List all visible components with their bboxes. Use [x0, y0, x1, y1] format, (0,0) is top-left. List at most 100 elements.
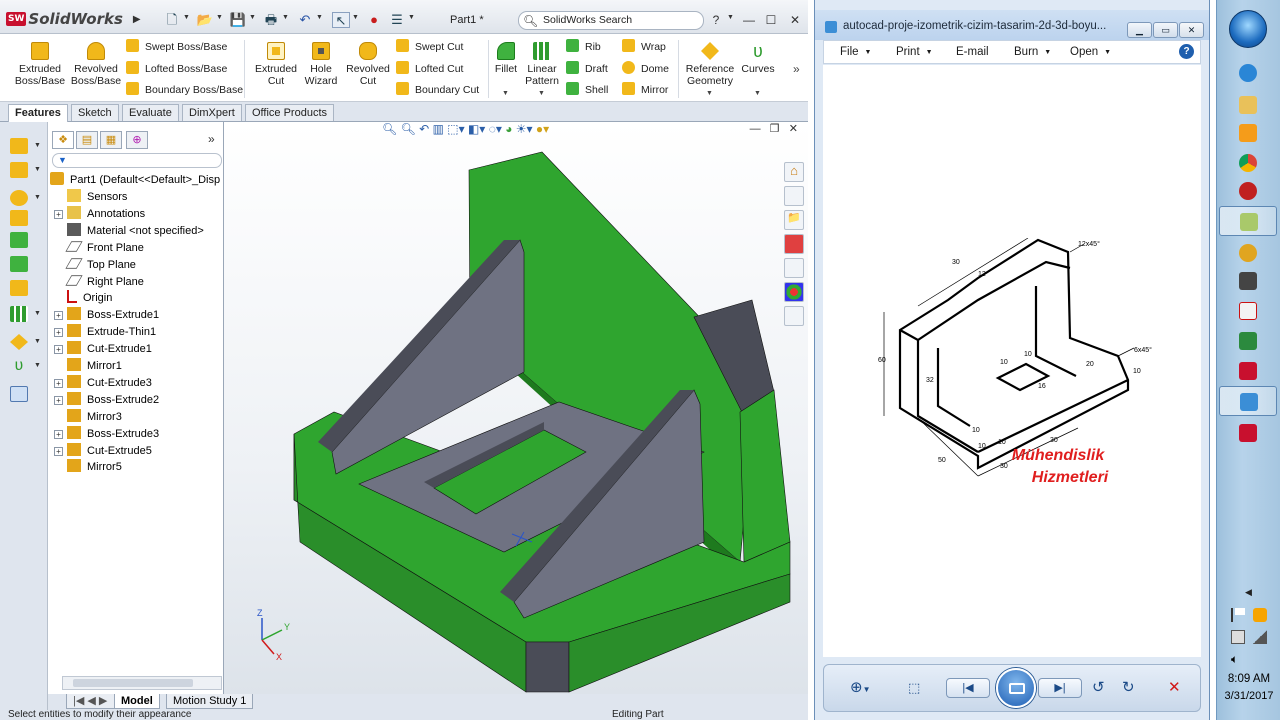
menu-arrow-icon[interactable]: ▶ — [133, 14, 141, 25]
expand-toggle-icon[interactable]: + — [54, 395, 63, 405]
undo-dropdown-icon[interactable]: ▼ — [316, 14, 323, 21]
tree-item[interactable]: + Cut-Extrude3 — [54, 374, 152, 392]
expand-toggle-icon[interactable]: + — [54, 378, 63, 388]
reference-geometry-dropdown-icon[interactable]: ▼ — [706, 90, 713, 97]
custom-properties-tab-icon[interactable] — [784, 306, 804, 326]
tray-device-icon[interactable] — [1231, 630, 1245, 644]
autocad-taskbar-icon[interactable] — [1231, 296, 1265, 326]
maximize-icon[interactable]: ☐ — [762, 12, 780, 28]
extruded-cut-button[interactable]: Extruded Cut — [250, 42, 302, 87]
expand-toggle-icon[interactable]: + — [54, 209, 63, 219]
slideshow-button[interactable] — [996, 668, 1036, 708]
tab-dimxpert[interactable]: DimXpert — [182, 104, 242, 121]
scrollbar-thumb[interactable] — [73, 679, 193, 687]
tree-item[interactable]: Right Plane — [54, 274, 144, 291]
save-dropdown-icon[interactable]: ▼ — [249, 14, 256, 21]
mirror-button[interactable]: Mirror — [622, 82, 668, 98]
file-explorer-taskbar-icon[interactable] — [1231, 90, 1265, 120]
dome-button[interactable]: Dome — [622, 61, 669, 77]
help-button[interactable]: ? — [707, 12, 725, 28]
tab-model[interactable]: Model — [114, 694, 160, 709]
chrome-taskbar-icon[interactable] — [1231, 148, 1265, 178]
dimxpert-manager-tab-icon[interactable]: ⊕ — [126, 131, 148, 149]
fillet-tool-icon[interactable] — [10, 232, 28, 248]
feature-tree-filter-input[interactable]: ▼ — [52, 153, 222, 168]
solidworks-2-taskbar-icon[interactable] — [1231, 418, 1265, 448]
maximize-icon[interactable]: ▭ — [1153, 22, 1178, 38]
reference-tool-dropdown-icon[interactable]: ▼ — [34, 338, 41, 345]
extrude-tool-dropdown-icon[interactable]: ▼ — [34, 142, 41, 149]
hole-tool-icon[interactable] — [10, 280, 28, 296]
curves-dropdown-icon[interactable]: ▼ — [754, 90, 761, 97]
tab-motion-study-1[interactable]: Motion Study 1 — [166, 694, 254, 709]
expand-toggle-icon[interactable]: + — [54, 429, 63, 439]
help-dropdown-icon[interactable]: ▼ — [727, 14, 734, 21]
tree-item[interactable]: Origin — [54, 290, 112, 307]
revolve-tool-icon[interactable] — [10, 190, 28, 206]
draft-button[interactable]: Draft — [566, 61, 608, 77]
rotate-clockwise-icon[interactable]: ↻ — [1122, 679, 1135, 697]
internet-explorer-taskbar-icon[interactable] — [1231, 58, 1265, 88]
tree-root-part[interactable]: Part1 (Default<<Default>_Disp — [50, 172, 220, 189]
tree-item[interactable]: Top Plane — [54, 257, 136, 274]
print-dropdown-icon[interactable]: ▼ — [282, 14, 289, 21]
view-palette-tab-icon[interactable] — [784, 258, 804, 278]
hole-wizard-button[interactable]: Hole Wizard — [298, 42, 344, 87]
revolved-boss-button[interactable]: Revolved Boss/Base — [70, 42, 122, 87]
minimize-icon[interactable]: — — [740, 12, 758, 28]
pattern-tool-icon[interactable] — [10, 306, 28, 322]
options-dropdown-icon[interactable]: ▼ — [408, 14, 415, 21]
previous-image-button[interactable]: |◀ — [946, 678, 990, 698]
expand-toggle-icon[interactable]: + — [54, 446, 63, 456]
volume-icon[interactable]: 🔈︎ — [1231, 652, 1245, 666]
menu-open[interactable]: Open ▼ — [1070, 44, 1111, 60]
open-folder-icon[interactable]: 📂 — [196, 12, 214, 28]
boundary-boss-button[interactable]: Boundary Boss/Base — [126, 82, 243, 98]
wrap-button[interactable]: Wrap — [622, 39, 666, 55]
menu-print[interactable]: Print ▼ — [896, 44, 933, 60]
revolve-tool-dropdown-icon[interactable]: ▼ — [34, 194, 41, 201]
select-pointer-icon[interactable]: ↖ — [332, 12, 350, 28]
expand-toggle-icon[interactable]: + — [54, 311, 63, 321]
notepad-taskbar-icon[interactable] — [1219, 206, 1277, 236]
actual-size-icon[interactable]: ⬚ — [908, 679, 920, 697]
configuration-manager-tab-icon[interactable]: ▦ — [100, 131, 122, 149]
menu-file[interactable]: File ▼ — [840, 44, 871, 60]
swept-tool-icon[interactable] — [10, 210, 28, 226]
tree-item[interactable]: Mirror1 — [54, 358, 122, 375]
fillet-button[interactable]: Fillet — [492, 42, 520, 75]
tree-item[interactable]: + Extrude-Thin1 — [54, 324, 156, 341]
close-icon[interactable]: ✕ — [1179, 22, 1204, 38]
delete-icon[interactable]: ✕ — [1168, 679, 1181, 697]
rib-button[interactable]: Rib — [566, 39, 601, 55]
solidworks-search-input[interactable]: 🔍︎ SolidWorks Search — [518, 11, 704, 30]
tab-evaluate[interactable]: Evaluate — [122, 104, 179, 121]
media-player-taskbar-icon[interactable] — [1231, 118, 1265, 148]
design-library-tab-icon[interactable] — [784, 186, 804, 206]
graphics-viewport[interactable]: 🔍︎ 🔍︎ ↶ ▥ ⬚▾ ◧▾ ◌▾ ◕ ☀▾ ●▾ — ❐ ✕ Z Y X ⌂… — [224, 122, 808, 694]
instant3d-tool-icon[interactable] — [10, 386, 28, 402]
menu-email[interactable]: E-mail — [956, 44, 989, 60]
cut-tool-icon[interactable] — [10, 162, 28, 178]
options-icon[interactable]: ☰ — [388, 12, 406, 28]
curves-button[interactable]: ʋ Curves — [738, 42, 778, 75]
panel-expand-chevron-icon[interactable]: » — [208, 132, 215, 146]
feature-tree-tab-icon[interactable]: ❖ — [52, 131, 74, 149]
close-icon[interactable]: ✕ — [786, 12, 804, 28]
tree-item[interactable]: + Boss-Extrude3 — [54, 425, 159, 443]
minimize-icon[interactable]: ▁ — [1127, 22, 1152, 38]
photo-viewer-taskbar-icon[interactable] — [1219, 386, 1277, 416]
tree-item[interactable]: + Boss-Extrude1 — [54, 307, 159, 324]
tree-item[interactable]: + Cut-Extrude1 — [54, 341, 152, 358]
curves-tool-dropdown-icon[interactable]: ▼ — [34, 362, 41, 369]
search-tab-icon[interactable] — [784, 234, 804, 254]
revolved-cut-button[interactable]: Revolved Cut — [342, 42, 394, 87]
new-document-icon[interactable]: 🗋 — [163, 12, 181, 28]
new-dropdown-icon[interactable]: ▼ — [183, 14, 190, 21]
feature-tree-horizontal-scrollbar[interactable] — [62, 676, 222, 690]
winamp-taskbar-icon[interactable] — [1231, 238, 1265, 268]
menu-burn[interactable]: Burn ▼ — [1014, 44, 1051, 60]
rebuild-traffic-light-icon[interactable]: ● — [365, 12, 383, 28]
lofted-cut-button[interactable]: Lofted Cut — [396, 61, 463, 77]
cut-tool-dropdown-icon[interactable]: ▼ — [34, 166, 41, 173]
